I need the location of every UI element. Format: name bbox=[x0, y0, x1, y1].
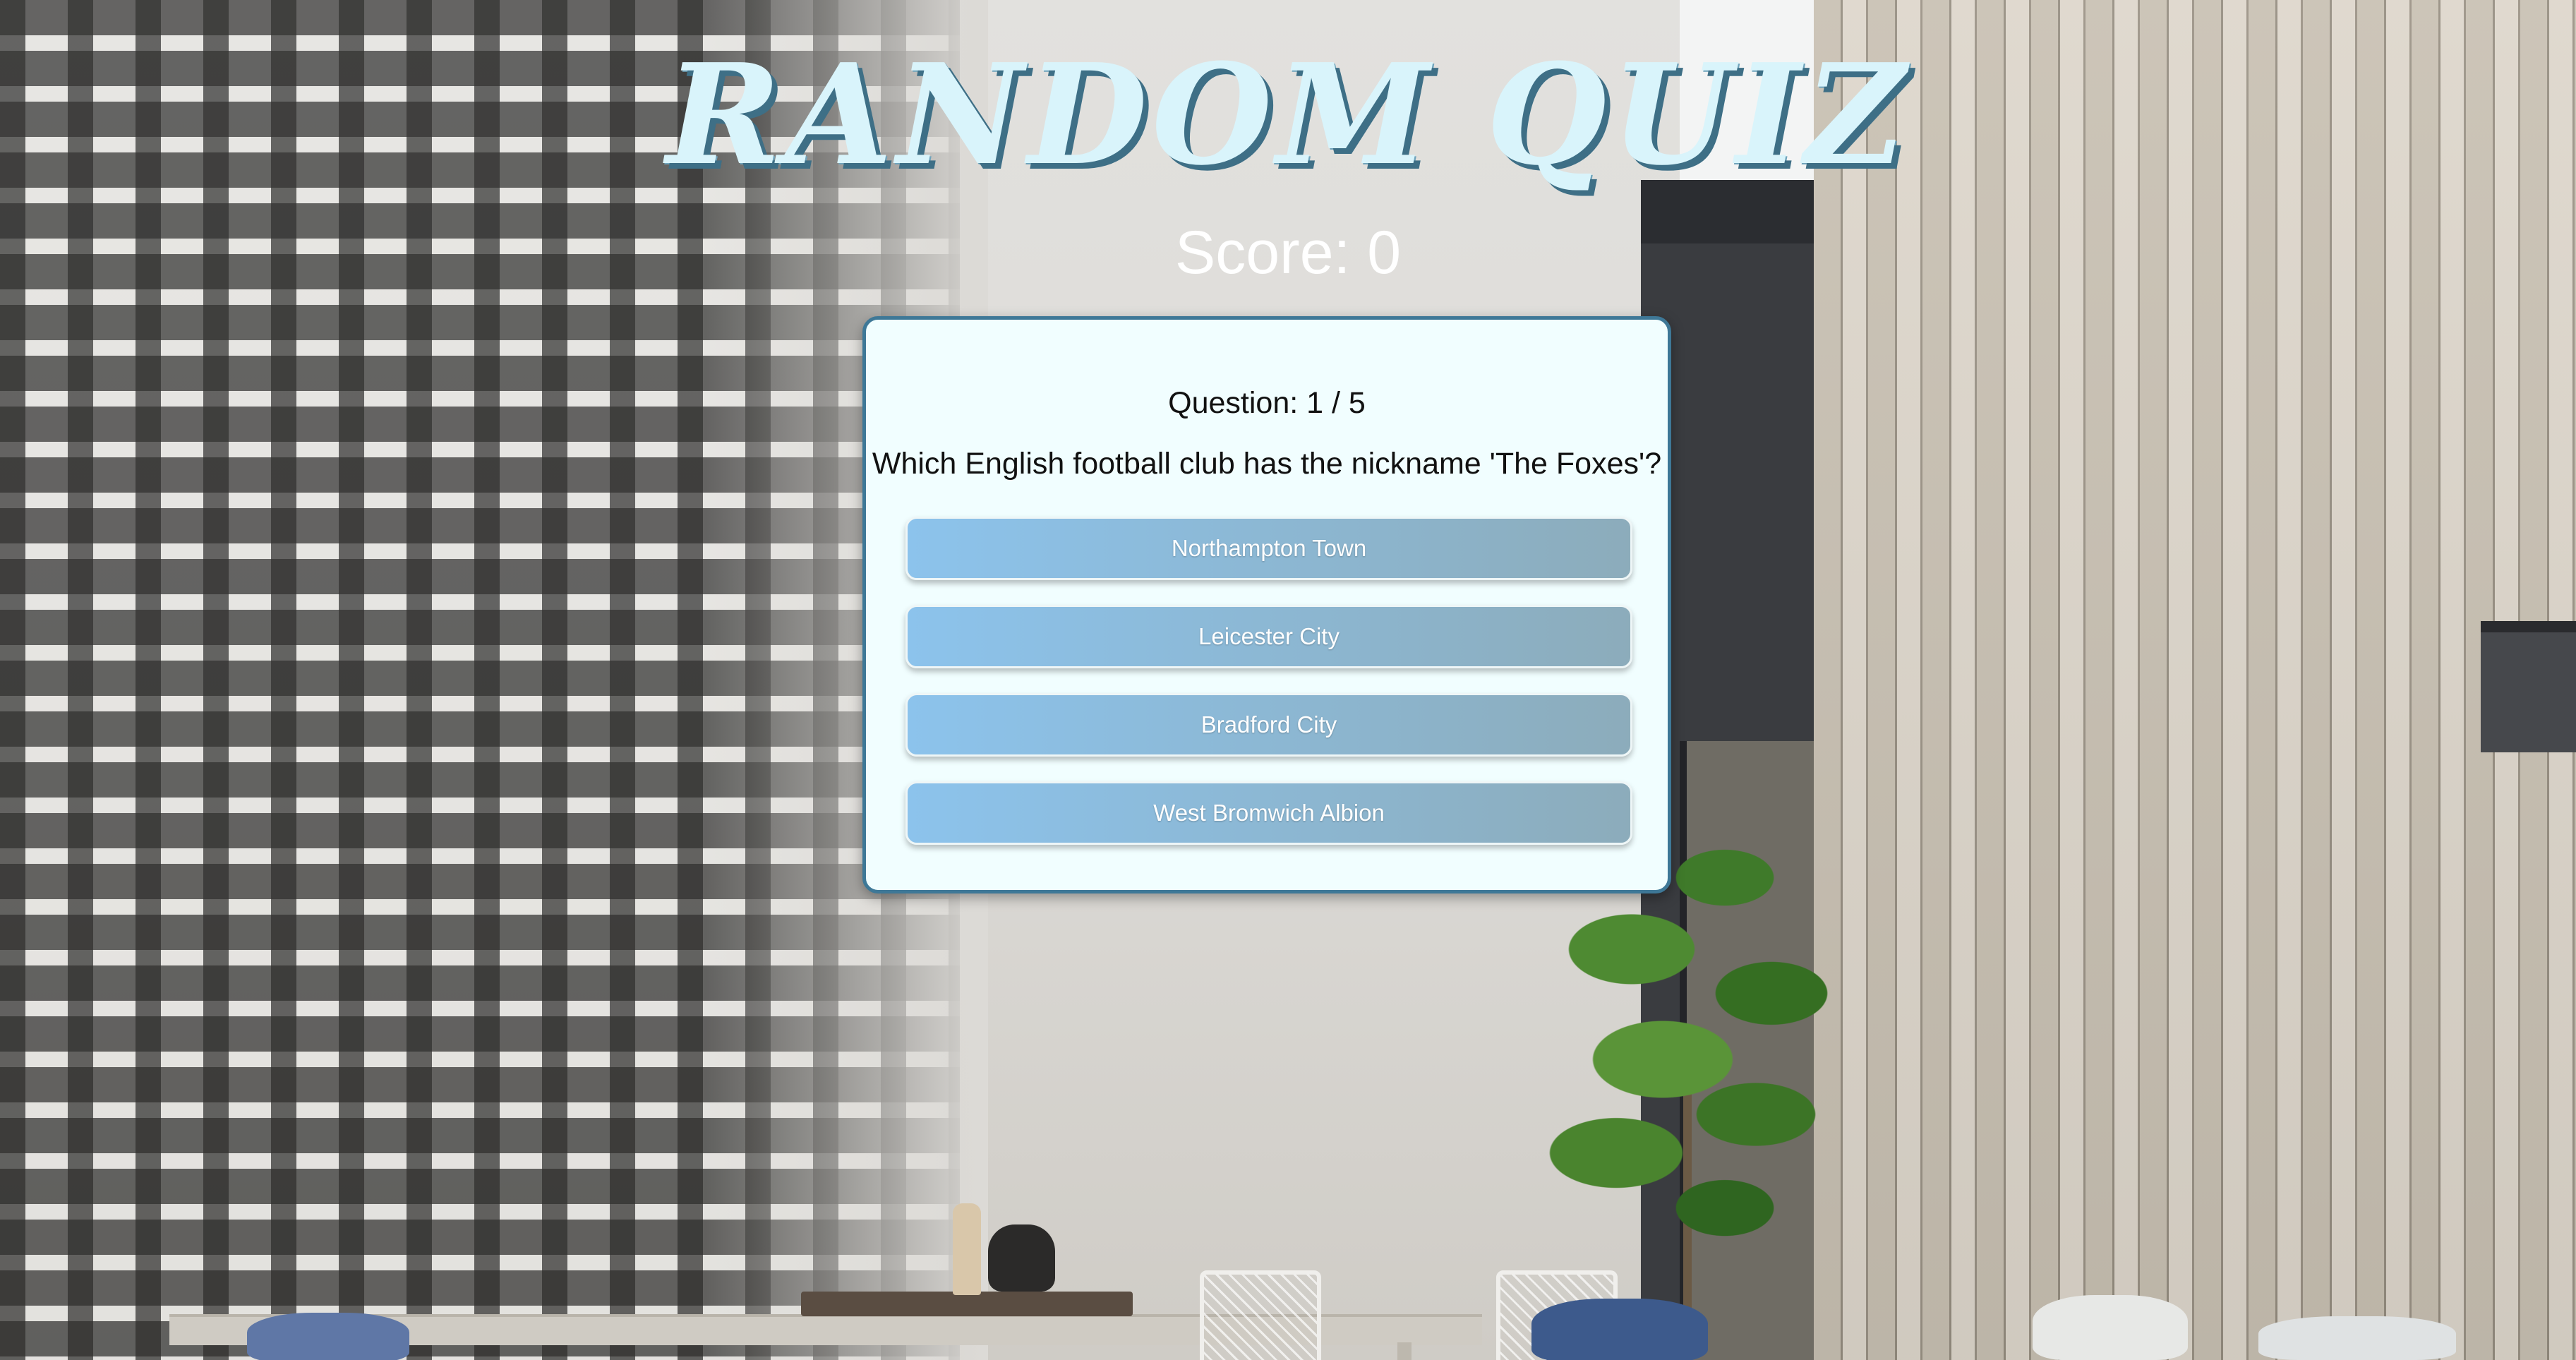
score-display: Score: 0 bbox=[1174, 219, 1402, 287]
bg-cushion bbox=[2033, 1295, 2188, 1360]
answer-button-4[interactable]: West Bromwich Albion bbox=[905, 781, 1632, 845]
answer-button-2[interactable]: Leicester City bbox=[905, 605, 1632, 668]
answer-button-1[interactable]: Northampton Town bbox=[905, 517, 1632, 580]
quiz-card: Question: 1 / 5 Which English football c… bbox=[862, 316, 1671, 893]
bg-cladding-shade bbox=[1814, 0, 2576, 1360]
answer-button-3[interactable]: Bradford City bbox=[905, 693, 1632, 757]
bg-cushion bbox=[2258, 1316, 2456, 1360]
bg-teapot bbox=[988, 1224, 1055, 1292]
bg-chair bbox=[1200, 1270, 1321, 1360]
page-title: RANDOM QUIZ bbox=[666, 34, 1910, 196]
bg-table-leg bbox=[1397, 1342, 1412, 1360]
bg-bottle bbox=[953, 1203, 981, 1295]
question-text: Which English football club has the nick… bbox=[872, 447, 1662, 481]
bg-wall-light bbox=[2481, 621, 2576, 752]
bg-tray bbox=[801, 1292, 1133, 1316]
bg-cushion bbox=[1531, 1299, 1708, 1360]
question-counter: Question: 1 / 5 bbox=[1168, 386, 1366, 420]
bg-cushion bbox=[247, 1313, 409, 1360]
